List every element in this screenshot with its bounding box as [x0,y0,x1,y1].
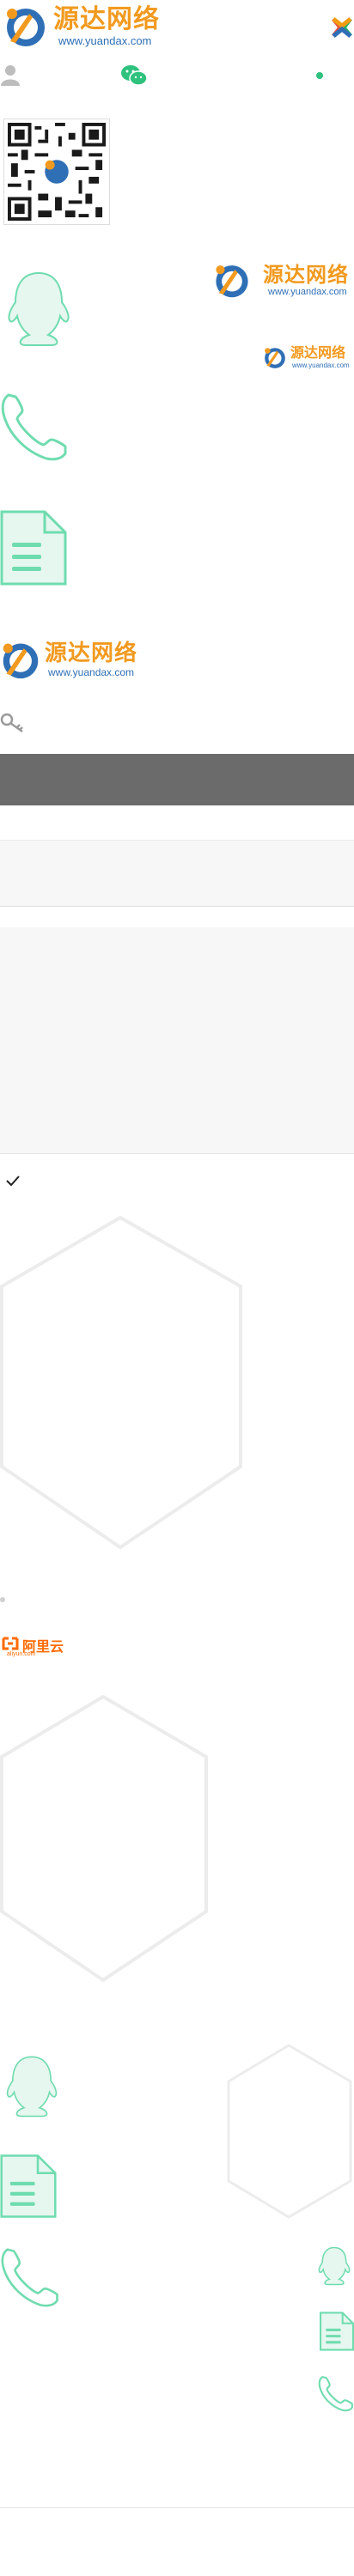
content-panel [0,927,354,1154]
header: 源达网络 www.yuandax.com [0,0,354,53]
phone-icon[interactable] [0,392,69,464]
qr-code [3,118,110,225]
logo-mark-icon [216,265,248,298]
hexagon-shape [227,2044,352,2219]
document-icon[interactable] [320,2312,354,2351]
key-icon [0,713,23,733]
brand-logo-mid: 源达网络 www.yuandax.com [0,637,151,682]
logo-url: www.yuandax.com [58,34,152,47]
wechat-icon[interactable] [120,64,148,88]
aliyun-mark-icon [2,1637,19,1650]
brand-logo-large: 源达网络 www.yuandax.com [211,258,354,302]
dot-marker [0,1597,5,1602]
section-bar [0,754,354,805]
logo-title: 源达网络 [290,344,346,361]
user-icon[interactable] [0,64,21,86]
hexagon-shape [0,1216,242,1550]
aliyun-url: aliyun.com [7,1651,36,1657]
menu-icon[interactable] [330,15,354,39]
logo-mark-icon [3,643,39,679]
hexagon-shape [0,1695,208,1983]
content-band [0,840,354,907]
qr-code-image [8,123,106,221]
logo-url: www.yuandax.com [48,666,135,678]
document-icon[interactable] [0,2154,57,2219]
qq-icon[interactable] [314,2245,354,2287]
qq-icon[interactable] [0,2052,64,2121]
document-icon[interactable] [0,510,67,586]
qq-icon[interactable] [0,268,77,350]
logo-url: www.yuandax.com [268,287,347,297]
phone-icon[interactable] [318,2375,354,2413]
logo-title: 源达网络 [263,263,349,287]
logo-title: 源达网络 [53,4,160,34]
logo-title: 源达网络 [45,641,138,666]
logo-url: www.yuandax.com [292,361,350,369]
footer-divider [0,2507,354,2508]
check-icon [6,1176,20,1187]
site-logo[interactable]: 源达网络 www.yuandax.com [3,3,167,48]
logo-mark-icon [265,348,285,368]
status-dot [316,72,323,79]
logo-mark-icon [7,9,45,46]
aliyun-logo: 阿里云 aliyun.com [2,1635,74,1659]
brand-logo-small: 源达网络 www.yuandax.com [263,343,354,373]
topbar [0,58,354,93]
phone-icon[interactable] [0,2246,60,2310]
